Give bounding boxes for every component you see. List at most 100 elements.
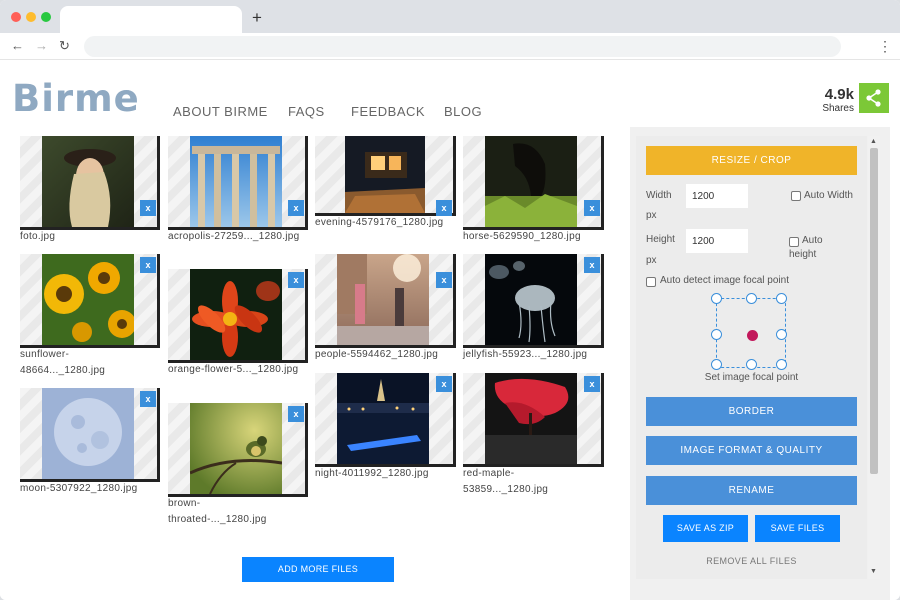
photo-moon [42,388,134,479]
save-files-button[interactable]: SAVE FILES [755,515,840,542]
scroll-down-icon[interactable]: ▼ [870,568,877,576]
focal-point-label: Set image focal point [704,372,799,383]
auto-height-label: Auto height [789,235,823,260]
image-thumbnail[interactable] [463,254,604,348]
resize-crop-button[interactable]: RESIZE / CROP [646,146,857,175]
width-input[interactable] [686,184,748,208]
remove-image-button[interactable]: x [436,376,452,392]
image-thumbnail[interactable] [20,254,160,348]
file-name: moon-5307922_1280.jpg [20,483,138,494]
file-name: evening-4579176_1280.jpg [315,217,444,228]
focal-point-option[interactable] [746,359,757,370]
arrow-right-icon[interactable]: → [35,38,48,54]
share-icon [866,89,881,107]
browser-tab[interactable] [60,6,242,33]
rename-button[interactable]: RENAME [646,476,857,505]
nav-feedback[interactable]: FEEDBACK [351,104,425,119]
image-thumbnail[interactable] [168,136,308,230]
remove-image-button[interactable]: x [584,257,600,273]
focal-point-selected[interactable] [747,330,758,341]
photo-acropolis [190,136,282,227]
address-bar[interactable] [84,36,841,57]
remove-image-button[interactable]: x [436,200,452,216]
minimize-window-icon[interactable] [26,12,36,22]
add-more-files-button[interactable]: ADD MORE FILES [242,557,394,582]
shares-count: 4.9k [824,86,854,103]
height-input[interactable] [686,229,748,253]
share-button[interactable] [859,83,889,113]
image-thumbnail[interactable] [463,136,604,230]
panel-scrollbar[interactable]: ▲ ▼ [868,136,880,579]
image-thumbnail[interactable] [315,254,456,348]
file-name: brown-throated-..._1280.jpg [168,498,267,525]
file-name: red-maple-53859..._1280.jpg [463,468,549,495]
image-thumbnail[interactable] [463,373,604,467]
image-thumbnail[interactable] [168,269,308,363]
auto-detect-focal-checkbox[interactable] [646,277,656,287]
focal-point-option[interactable] [711,359,722,370]
remove-image-button[interactable]: x [140,200,156,216]
save-as-zip-button[interactable]: SAVE AS ZIP [663,515,748,542]
height-unit: px [646,255,657,266]
image-thumbnail[interactable] [20,136,160,230]
remove-image-button[interactable]: x [140,391,156,407]
photo-woman-hat [42,136,134,227]
browser-window: + ← → ↻ ⋮ Birme ABOUT BIRME FAQS FEEDBAC… [0,0,900,600]
close-window-icon[interactable] [11,12,21,22]
focal-point-option[interactable] [711,329,722,340]
image-thumbnail[interactable] [20,388,160,482]
file-name: acropolis-27259..._1280.jpg [168,231,300,242]
remove-all-files-link[interactable]: REMOVE ALL FILES [646,556,857,566]
arrow-left-icon[interactable]: ← [11,38,24,54]
photo-evening-house [345,136,425,213]
focal-point-option[interactable] [776,293,787,304]
photo-orange-flower [190,269,282,360]
border-button[interactable]: BORDER [646,397,857,426]
remove-image-button[interactable]: x [288,200,304,216]
nav-about[interactable]: ABOUT BIRME [173,104,268,119]
photo-bird-branch [190,403,282,494]
file-name: sunflower-48664..._1280.jpg [20,349,106,376]
file-name: jellyfish-55923..._1280.jpg [463,349,588,360]
file-name: foto.jpg [20,231,56,242]
reload-icon[interactable]: ↻ [59,38,70,54]
shares-counter: 4.9k Shares [818,87,854,115]
auto-width-checkbox[interactable] [791,191,801,201]
remove-image-button[interactable]: x [584,376,600,392]
remove-image-button[interactable]: x [140,257,156,273]
kebab-menu-icon[interactable]: ⋮ [878,38,892,54]
height-label: Height [646,234,675,245]
remove-image-button[interactable]: x [288,272,304,288]
shares-label: Shares [822,103,854,114]
image-thumbnail[interactable] [168,403,308,497]
width-unit: px [646,210,657,221]
photo-people-street [337,254,429,345]
photo-sunflower [42,254,134,345]
site-logo[interactable]: Birme [12,77,140,120]
nav-faqs[interactable]: FAQS [288,104,325,119]
image-format-quality-button[interactable]: IMAGE FORMAT & QUALITY [646,436,857,465]
focal-point-option[interactable] [746,293,757,304]
file-name: people-5594462_1280.jpg [315,349,439,360]
photo-jellyfish [485,254,577,345]
focal-point-option[interactable] [776,329,787,340]
nav-blog[interactable]: BLOG [444,104,482,119]
scroll-thumb[interactable] [870,148,878,474]
remove-image-button[interactable]: x [288,406,304,422]
file-name: horse-5629590_1280.jpg [463,231,581,242]
maximize-window-icon[interactable] [41,12,51,22]
plus-icon[interactable]: + [252,8,262,28]
scroll-up-icon[interactable]: ▲ [870,138,877,146]
tab-bar: + [0,0,900,33]
image-thumbnail[interactable] [315,373,456,467]
image-thumbnail[interactable] [315,136,456,216]
width-label: Width [646,190,672,201]
page: Birme ABOUT BIRME FAQS FEEDBACK BLOG 4.9… [0,61,900,600]
focal-point-option[interactable] [776,359,787,370]
auto-detect-focal-label: Auto detect image focal point [660,275,789,286]
file-name: orange-flower-5..._1280.jpg [168,364,299,375]
auto-width-label: Auto Width [804,190,853,201]
focal-point-option[interactable] [711,293,722,304]
remove-image-button[interactable]: x [436,272,452,288]
remove-image-button[interactable]: x [584,200,600,216]
